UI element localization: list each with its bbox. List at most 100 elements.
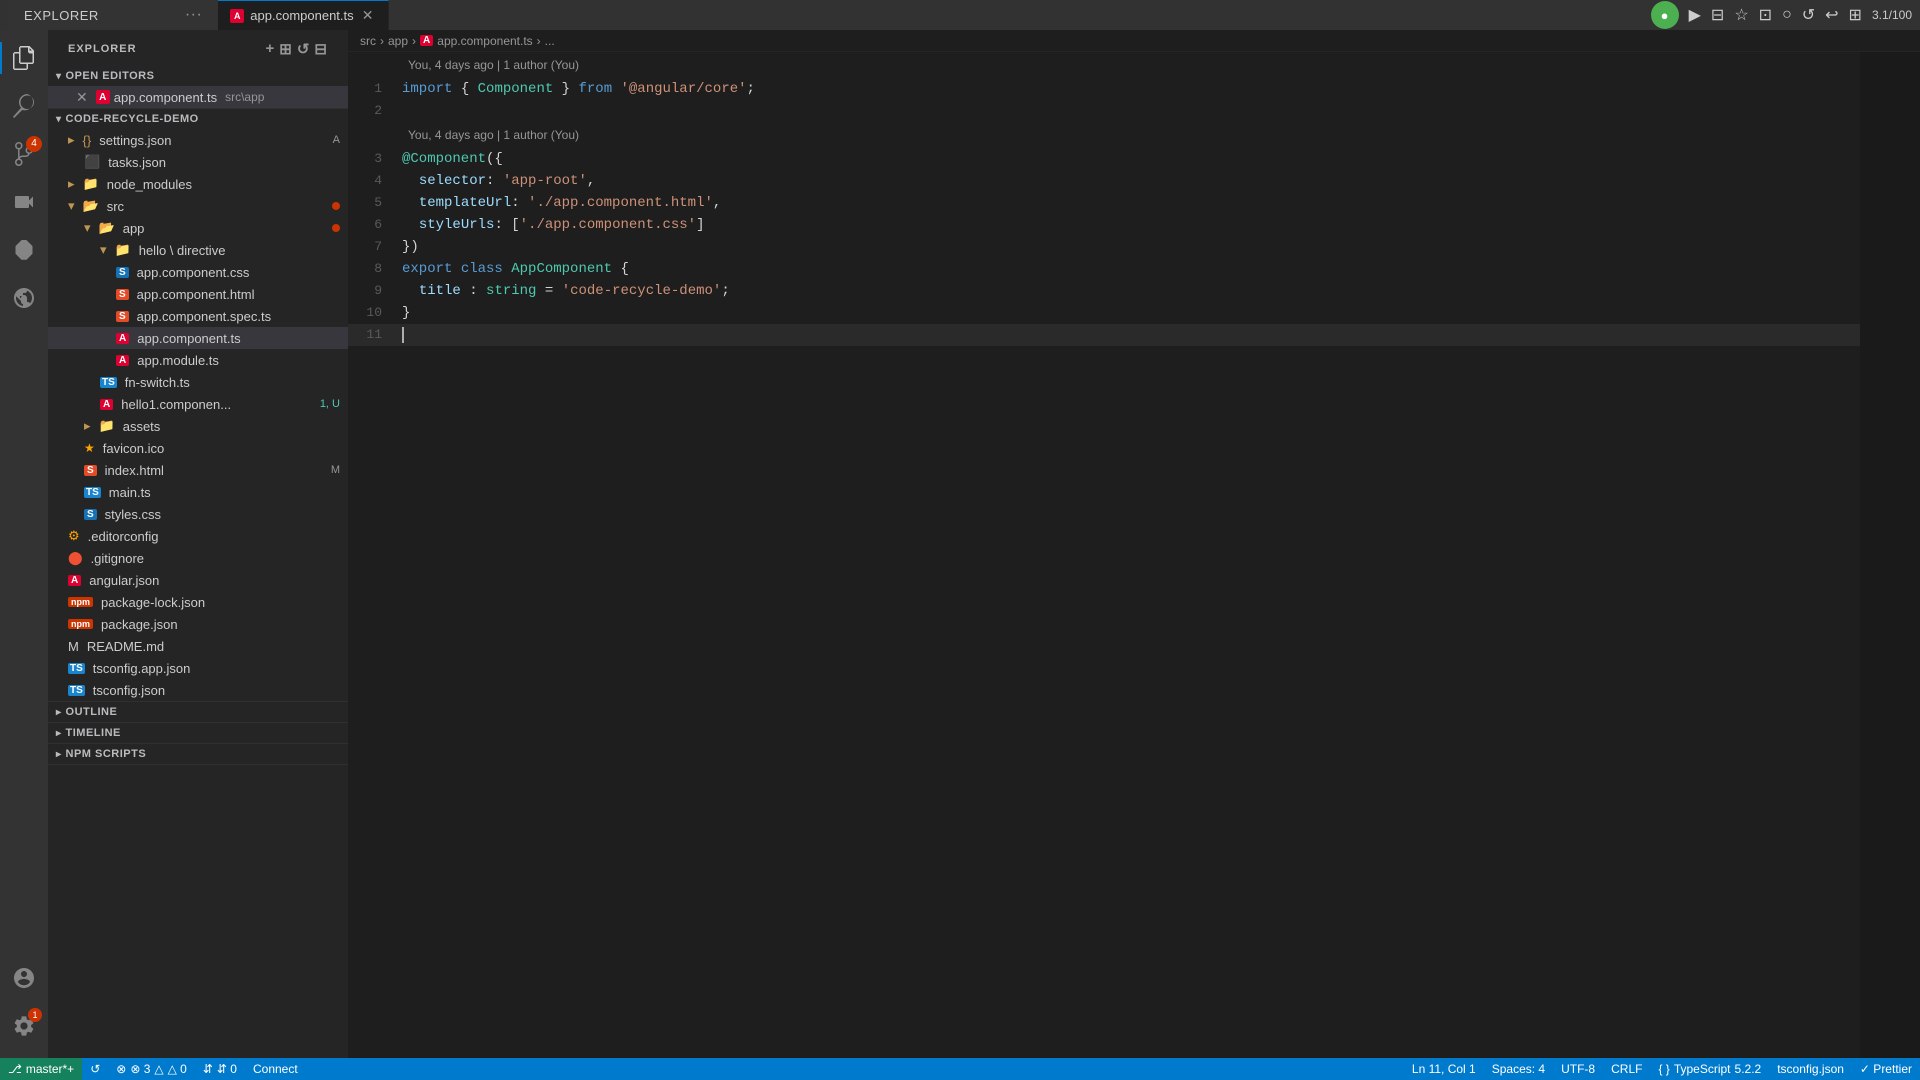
package-lock-item[interactable]: npm package-lock.json xyxy=(48,591,348,613)
explorer-panel: EXPLORER ··· xyxy=(8,0,218,30)
tsconfig-app-item[interactable]: TS tsconfig.app.json xyxy=(48,657,348,679)
readme-label: README.md xyxy=(87,639,164,654)
profile-icon[interactable]: ● xyxy=(1651,1,1679,29)
editorconfig-item[interactable]: ⚙ .editorconfig xyxy=(48,525,348,547)
app-folder[interactable]: ▾ 📂 app xyxy=(48,217,348,239)
app-module-ts-label: app.module.ts xyxy=(137,353,219,368)
breadcrumb-sep1: › xyxy=(380,34,384,48)
line-num-3: 3 xyxy=(348,148,398,170)
settings-icon[interactable]: 1 xyxy=(0,1002,48,1050)
line-num-8: 8 xyxy=(348,258,398,280)
layout-icon[interactable]: ⊟ xyxy=(1711,5,1724,25)
refresh-tree-icon[interactable]: ↺ xyxy=(297,40,311,58)
npm-scripts-section: ▸ NPM SCRIPTS xyxy=(48,744,348,765)
vscode-folder[interactable]: ▸ {} settings.json A xyxy=(48,129,348,151)
undo-icon[interactable]: ↩ xyxy=(1825,5,1838,25)
spaces-status[interactable]: Spaces: 4 xyxy=(1484,1058,1553,1080)
tsconfig-status-label: tsconfig.json xyxy=(1777,1062,1844,1076)
open-editors-header[interactable]: ▾ OPEN EDITORS xyxy=(48,66,348,86)
extensions-act-icon[interactable] xyxy=(0,226,48,274)
app-component-spec-item[interactable]: S app.component.spec.ts xyxy=(48,305,348,327)
app-modified-badge xyxy=(332,224,340,232)
npm-scripts-header[interactable]: ▸ NPM SCRIPTS xyxy=(48,744,348,764)
run-icon[interactable]: ▶ xyxy=(1689,5,1701,25)
app-component-ts-item[interactable]: A app.component.ts xyxy=(48,327,348,349)
tasks-json-item[interactable]: ⬛ tasks.json xyxy=(48,151,348,173)
angular-json-item[interactable]: A angular.json xyxy=(48,569,348,591)
code-line-2: 2 xyxy=(348,100,1860,122)
run-debug-icon[interactable] xyxy=(0,178,48,226)
node-modules-item[interactable]: ▸ 📁 node_modules xyxy=(48,173,348,195)
circle-icon[interactable]: ○ xyxy=(1782,6,1792,24)
main-ts-item[interactable]: TS main.ts xyxy=(48,481,348,503)
node-modules-label: node_modules xyxy=(107,177,192,192)
app-component-ts-label: app.component.ts xyxy=(137,331,240,346)
connect-status[interactable]: Connect xyxy=(245,1058,306,1080)
src-folder[interactable]: ▾ 📂 src xyxy=(48,195,348,217)
bookmark-icon[interactable]: ☆ xyxy=(1734,5,1748,25)
explorer-menu[interactable]: ··· xyxy=(185,6,202,24)
git-branch-status[interactable]: ⎇ master*+ xyxy=(0,1058,82,1080)
styles-css-item[interactable]: S styles.css xyxy=(48,503,348,525)
open-editor-item[interactable]: ✕ A app.component.ts src\app xyxy=(48,86,348,108)
app-chevron: ▾ xyxy=(84,220,91,236)
hello1-component-item[interactable]: A hello1.componen... 1, U xyxy=(48,393,348,415)
remote-icon[interactable] xyxy=(0,274,48,322)
code-editor[interactable]: You, 4 days ago | 1 author (You) 1 impor… xyxy=(348,52,1860,1058)
encoding-status[interactable]: UTF-8 xyxy=(1553,1058,1603,1080)
ts-version: 5.2.2 xyxy=(1735,1062,1762,1076)
app-component-html-item[interactable]: S app.component.html xyxy=(48,283,348,305)
readme-item[interactable]: M README.md xyxy=(48,635,348,657)
tab-app-component-ts[interactable]: A app.component.ts ✕ xyxy=(218,0,388,30)
spec-icon: S xyxy=(116,311,129,322)
gitignore-item[interactable]: ⬤ .gitignore xyxy=(48,547,348,569)
close-editor-icon[interactable]: ✕ xyxy=(76,89,88,106)
breadcrumb-app[interactable]: app xyxy=(388,34,408,48)
app-component-css-label: app.component.css xyxy=(137,265,250,280)
prettier-status[interactable]: ✓ Prettier xyxy=(1852,1058,1920,1080)
npm-chevron: ▸ xyxy=(56,749,62,760)
vscode-icon: ⬛ xyxy=(84,154,100,170)
timeline-header[interactable]: ▸ TIMELINE xyxy=(48,723,348,743)
new-file-icon[interactable]: + xyxy=(266,40,276,58)
prettier-label: ✓ Prettier xyxy=(1860,1062,1912,1076)
package-json-item[interactable]: npm package.json xyxy=(48,613,348,635)
explorer-icon[interactable] xyxy=(0,34,48,82)
open-file-path: src\app xyxy=(225,90,264,104)
breadcrumb-file[interactable]: app.component.ts xyxy=(437,34,532,48)
ln-col-status[interactable]: Ln 11, Col 1 xyxy=(1404,1058,1484,1080)
assets-folder[interactable]: ▸ 📁 assets xyxy=(48,415,348,437)
sync-status[interactable]: ↺ xyxy=(82,1058,108,1080)
line-ending-status[interactable]: CRLF xyxy=(1603,1058,1650,1080)
search-icon[interactable] xyxy=(0,82,48,130)
ts-angular-icon: A xyxy=(116,333,129,344)
npm-scripts-label: NPM SCRIPTS xyxy=(66,748,147,760)
app-component-css-item[interactable]: S app.component.css xyxy=(48,261,348,283)
grid-icon[interactable]: ⊞ xyxy=(1849,5,1862,25)
source-control-icon[interactable]: 4 xyxy=(0,130,48,178)
fn-switch-item[interactable]: TS fn-switch.ts xyxy=(48,371,348,393)
errors-status[interactable]: ⊗ ⊗ 3 △ △ 0 xyxy=(108,1058,195,1080)
ports-status[interactable]: ⇵ ⇵ 0 xyxy=(195,1058,245,1080)
tab-close-button[interactable]: ✕ xyxy=(360,8,376,24)
language-status[interactable]: { } TypeScript 5.2.2 xyxy=(1650,1058,1769,1080)
new-folder-icon[interactable]: ⊞ xyxy=(279,40,293,58)
extensions-icon[interactable]: ⊡ xyxy=(1759,5,1772,25)
hello-folder-chevron: ▾ xyxy=(100,242,107,258)
index-html-item[interactable]: S index.html M xyxy=(48,459,348,481)
open-editors-label: OPEN EDITORS xyxy=(66,70,155,82)
breadcrumb-src[interactable]: src xyxy=(360,34,376,48)
line-content-7: }) xyxy=(398,236,1860,258)
favicon-item[interactable]: ★ favicon.ico xyxy=(48,437,348,459)
hello-directive-folder[interactable]: ▾ 📁 hello \ directive xyxy=(48,239,348,261)
project-header[interactable]: ▾ CODE-RECYCLE-DEMO xyxy=(48,109,348,129)
outline-header[interactable]: ▸ OUTLINE xyxy=(48,702,348,722)
app-module-ts-item[interactable]: A app.module.ts xyxy=(48,349,348,371)
tsconfig-item[interactable]: TS tsconfig.json xyxy=(48,679,348,701)
refresh-icon[interactable]: ↺ xyxy=(1802,5,1815,25)
tsconfig-status[interactable]: tsconfig.json xyxy=(1769,1058,1852,1080)
errors-count: ⊗ 3 xyxy=(130,1062,150,1076)
collapse-all-icon[interactable]: ⊟ xyxy=(314,40,328,58)
accounts-icon[interactable] xyxy=(0,954,48,1002)
breadcrumb-dots[interactable]: ... xyxy=(545,34,555,48)
